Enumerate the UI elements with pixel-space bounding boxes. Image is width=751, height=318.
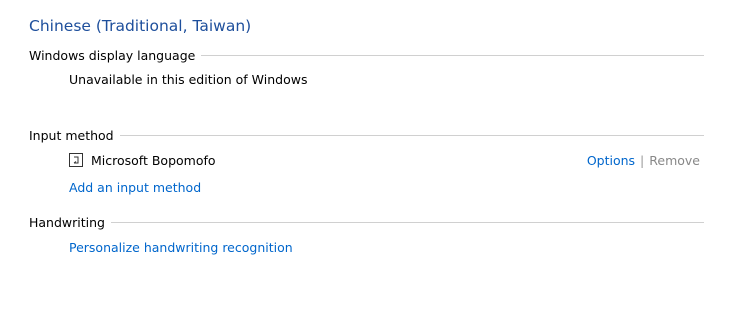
link-separator: | [640, 152, 645, 168]
personalize-handwriting-link[interactable]: Personalize handwriting recognition [69, 240, 293, 255]
display-language-header: Windows display language [29, 47, 704, 63]
section-divider [110, 221, 704, 223]
display-language-status: Unavailable in this edition of Windows [69, 72, 308, 87]
options-link[interactable]: Options [587, 153, 635, 168]
ime-icon [69, 153, 83, 167]
add-input-method-link[interactable]: Add an input method [69, 180, 201, 195]
page-title: Chinese (Traditional, Taiwan) [29, 17, 252, 35]
display-language-heading: Windows display language [29, 47, 196, 63]
section-divider [201, 54, 704, 56]
input-method-heading: Input method [29, 127, 114, 143]
input-method-item: Microsoft Bopomofo Options | Remove [69, 151, 700, 169]
section-divider [119, 134, 704, 136]
input-method-header: Input method [29, 127, 704, 143]
handwriting-header: Handwriting [29, 214, 704, 230]
handwriting-heading: Handwriting [29, 214, 105, 230]
remove-link[interactable]: Remove [649, 153, 700, 168]
input-method-name: Microsoft Bopomofo [91, 152, 216, 168]
